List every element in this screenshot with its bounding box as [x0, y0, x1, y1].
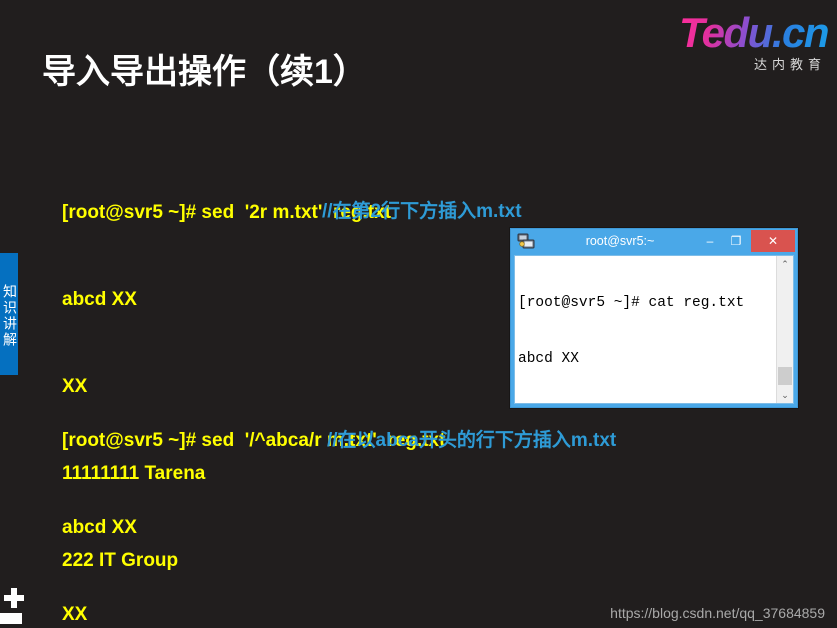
slide-canvas: Tedu.cn 达内教育 导入导出操作（续1） 知识讲解 [root@svr5 … — [0, 0, 837, 628]
code-line: abcd XX — [62, 517, 137, 538]
scroll-down-icon[interactable]: ⌄ — [777, 387, 793, 403]
page-title: 导入导出操作（续1） — [42, 53, 367, 91]
code-line: XX — [62, 604, 88, 625]
watermark-url: https://blog.csdn.net/qq_37684859 — [610, 605, 825, 621]
scrollbar-thumb[interactable] — [778, 367, 792, 385]
terminal-scrollbar[interactable]: ⌃ ⌄ — [776, 256, 793, 403]
terminal-window[interactable]: root@svr5:~ – ❐ ✕ [root@svr5 ~]# cat reg… — [510, 228, 798, 408]
maximize-button[interactable]: ❐ — [723, 230, 749, 252]
terminal-output: [root@svr5 ~]# cat reg.txt abcd XX XX ab… — [518, 257, 776, 403]
terminal-line: abcd XX — [518, 350, 579, 367]
terminal-line: [root@svr5 ~]# cat reg.txt — [518, 295, 745, 312]
close-button[interactable]: ✕ — [751, 230, 795, 252]
tedu-logo: Tedu.cn 达内教育 — [648, 9, 829, 80]
code-block-2: [root@svr5 ~]# sed '/^abca/r m.txt' reg.… — [62, 368, 445, 628]
logo-wordmark: Tedu.cn — [679, 9, 829, 56]
plus-mark-icon — [4, 588, 24, 608]
annotation-comment-2: //在以abca开头的行下方插入m.txt — [327, 430, 617, 451]
putty-icon — [517, 232, 535, 250]
terminal-titlebar[interactable]: root@svr5:~ – ❐ ✕ — [511, 229, 797, 253]
sidebar-tab-knowledge[interactable]: 知识讲解 — [0, 253, 18, 375]
terminal-body[interactable]: [root@svr5 ~]# cat reg.txt abcd XX XX ab… — [514, 255, 794, 404]
scroll-up-icon[interactable]: ⌃ — [777, 256, 793, 272]
code-line: abcd XX — [62, 289, 137, 310]
annotation-comment-1: //在第2行下方插入m.txt — [322, 201, 522, 222]
bar-mark-icon — [0, 613, 22, 624]
logo-subtitle: 达内教育 — [753, 57, 826, 72]
minimize-button[interactable]: – — [697, 230, 723, 252]
